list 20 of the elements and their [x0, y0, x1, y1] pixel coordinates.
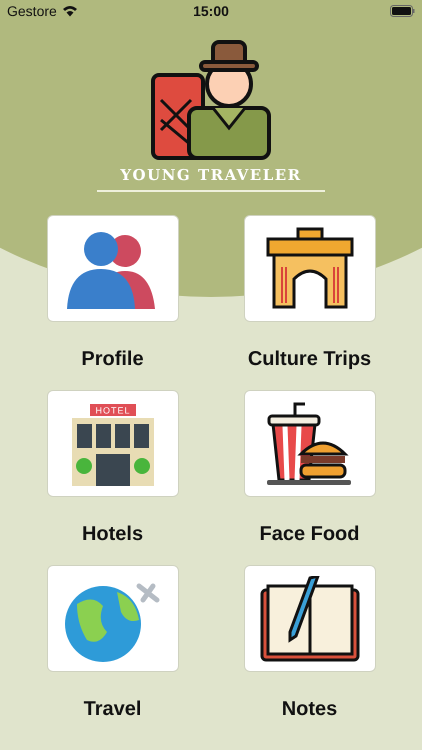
menu-tile[interactable]	[244, 215, 376, 322]
wifi-icon	[62, 5, 78, 17]
menu-tile[interactable]: HOTEL	[46, 390, 178, 497]
battery-icon	[390, 5, 415, 17]
app-title: YOUNG TRAVELER	[120, 166, 302, 184]
menu-tile[interactable]	[244, 565, 376, 672]
menu-label: Face Food	[259, 523, 360, 547]
carrier-name: Gestore	[7, 3, 57, 19]
hotel-sign: HOTEL	[95, 405, 130, 415]
menu-label: Culture Trips	[248, 348, 372, 372]
menu-label: Profile	[81, 348, 144, 372]
notebook-and-pen-icon	[258, 576, 362, 662]
clock-time: 15:00	[193, 3, 229, 19]
menu-label: Hotels	[82, 523, 144, 547]
menu-tile[interactable]	[46, 565, 178, 672]
menu-tile[interactable]	[46, 215, 178, 322]
menu-label: Travel	[84, 698, 142, 722]
menu-tile[interactable]	[244, 390, 376, 497]
hotel-building-icon	[72, 404, 154, 486]
menu-label: Notes	[282, 698, 338, 722]
